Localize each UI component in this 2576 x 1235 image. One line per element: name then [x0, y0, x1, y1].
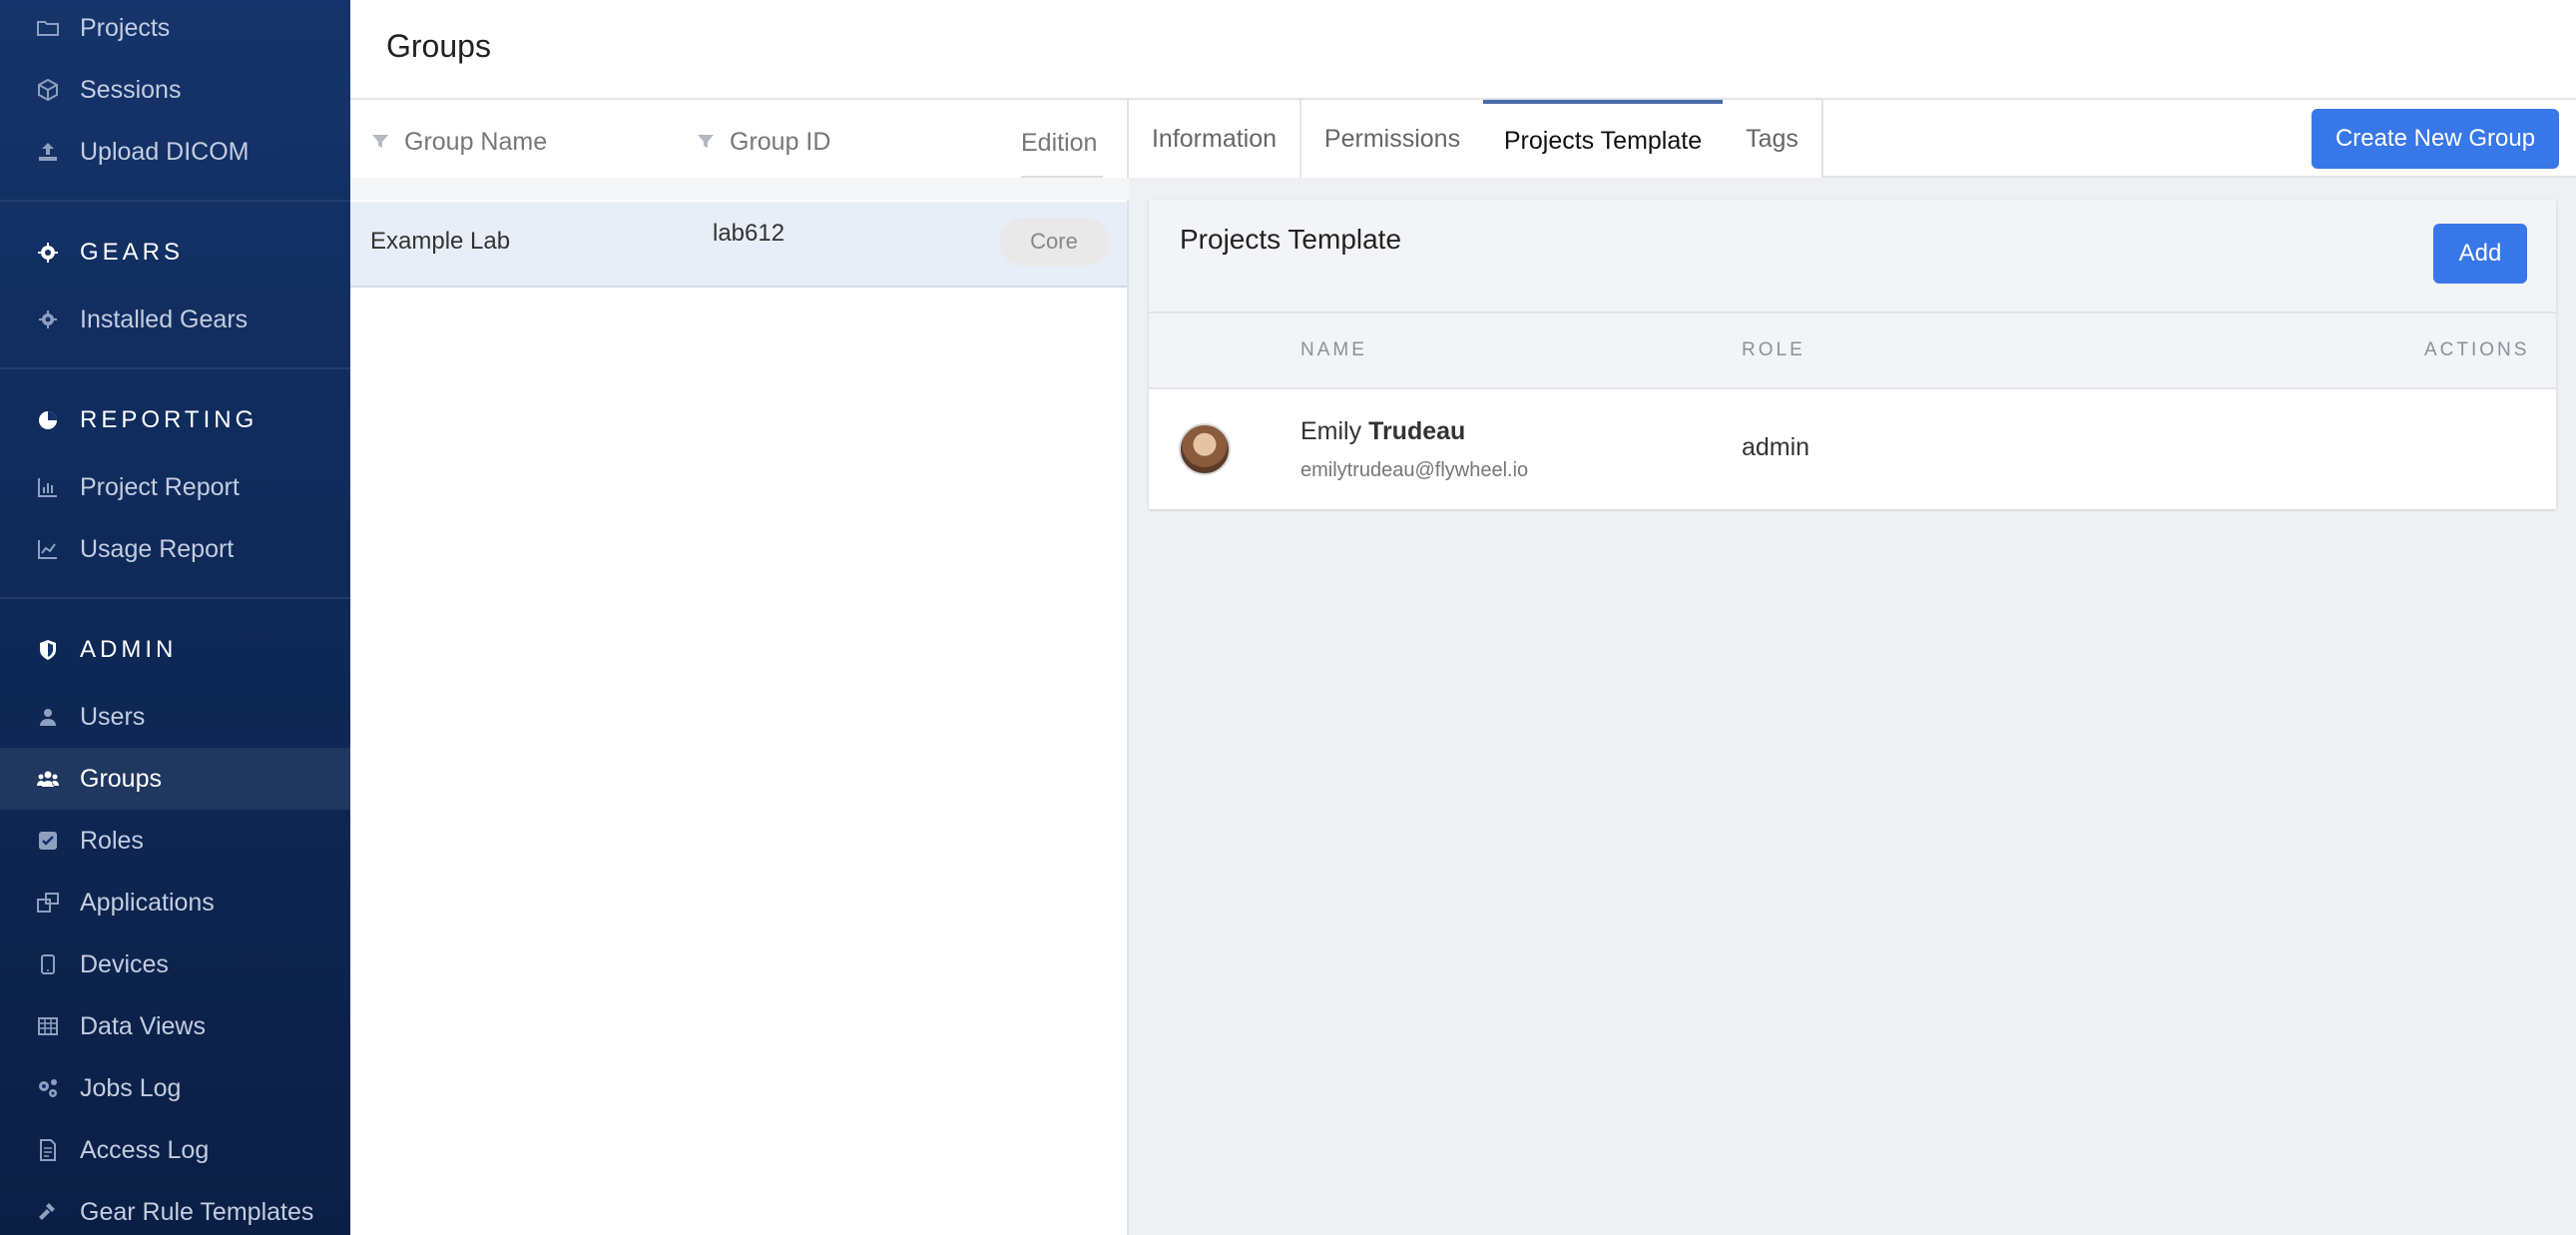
sidebar-item-label: Projects [80, 14, 170, 43]
sidebar-item-gear-rule-templates[interactable]: Gear Rule Templates [0, 1181, 350, 1235]
sidebar-item-label: Usage Report [80, 535, 234, 564]
tab-tags[interactable]: Tags [1723, 100, 1823, 178]
filter-icon[interactable] [696, 132, 716, 152]
groups-list-panel: Group Name Group ID Edition Example Lab … [350, 100, 1129, 1235]
gear-icon [34, 239, 62, 267]
sidebar-item-label: Sessions [80, 76, 181, 105]
pie-chart-icon [34, 406, 62, 434]
sidebar-item-devices[interactable]: Devices [0, 933, 350, 995]
section-heading-gears: GEARS [0, 228, 350, 278]
upload-icon [34, 138, 62, 166]
line-chart-icon [34, 535, 62, 563]
group-id-cell: lab612 [713, 220, 784, 248]
member-first-name: Emily [1300, 417, 1361, 445]
sidebar-item-label: Roles [80, 827, 144, 856]
list-separator [350, 178, 1129, 200]
sidebar-item-label: Upload DICOM [80, 138, 250, 167]
avatar [1179, 423, 1231, 475]
column-header-actions: ACTIONS [2424, 339, 2529, 361]
member-name: Emily Trudeau [1300, 417, 1465, 446]
sidebar-item-usage-report[interactable]: Usage Report [0, 518, 350, 580]
member-email: emilytrudeau@flywheel.io [1300, 459, 1528, 482]
edition-badge: Core [999, 218, 1109, 266]
card-title: Projects Template [1180, 224, 1401, 256]
sidebar-item-label: Devices [80, 950, 169, 979]
page-header: Groups [350, 0, 2576, 100]
tab-permissions[interactable]: Permissions [1301, 100, 1485, 178]
create-new-group-button[interactable]: Create New Group [2312, 109, 2559, 169]
sidebar-item-roles[interactable]: Roles [0, 810, 350, 872]
windows-icon [34, 889, 62, 917]
page-title: Groups [386, 28, 491, 65]
folder-icon [34, 14, 62, 42]
column-header-role: ROLE [1742, 339, 1805, 361]
sidebar-item-sessions[interactable]: Sessions [0, 59, 350, 121]
section-heading-admin: ADMIN [0, 625, 350, 675]
document-icon [34, 1136, 62, 1164]
table-row: Emily Trudeau emilytrudeau@flywheel.io a… [1149, 389, 2556, 509]
sidebar-item-project-report[interactable]: Project Report [0, 456, 350, 518]
table-icon [34, 1012, 62, 1040]
sidebar-item-upload-dicom[interactable]: Upload DICOM [0, 121, 350, 183]
gear-icon [34, 306, 62, 333]
sidebar-item-label: Groups [80, 765, 162, 794]
group-name-cell: Example Lab [370, 228, 510, 256]
sidebar-divider [0, 597, 350, 599]
gavel-icon [34, 1198, 62, 1226]
sidebar-item-data-views[interactable]: Data Views [0, 995, 350, 1057]
users-icon [34, 765, 62, 793]
column-header-group-id[interactable]: Group ID [696, 122, 830, 162]
projects-template-card: Projects Template Add NAME ROLE ACTIONS … [1149, 200, 2556, 509]
shield-icon [34, 636, 62, 664]
sidebar-item-installed-gears[interactable]: Installed Gears [0, 289, 350, 350]
column-header-edition[interactable]: Edition [1021, 118, 1103, 178]
member-role: admin [1742, 433, 1809, 462]
group-detail-panel: Information Permissions Projects Templat… [1129, 100, 2576, 1235]
sidebar-item-users[interactable]: Users [0, 686, 350, 748]
sidebar-item-label: Installed Gears [80, 306, 248, 334]
checkbox-icon [34, 827, 62, 855]
sidebar: Projects Sessions Upload DICOM GEARS Ins… [0, 0, 350, 1235]
cube-icon [34, 76, 62, 104]
sidebar-item-label: Users [80, 703, 145, 732]
sidebar-divider [0, 367, 350, 369]
sidebar-item-label: Applications [80, 889, 215, 918]
column-header-name: NAME [1300, 339, 1367, 361]
card-header: Projects Template Add [1149, 200, 2556, 313]
sidebar-item-label: Project Report [80, 473, 240, 502]
sidebar-item-label: Data Views [80, 1012, 206, 1041]
sidebar-item-access-log[interactable]: Access Log [0, 1119, 350, 1181]
tab-information[interactable]: Information [1129, 100, 1301, 178]
section-heading-reporting: REPORTING [0, 395, 350, 445]
cogs-icon [34, 1074, 62, 1102]
sidebar-item-applications[interactable]: Applications [0, 872, 350, 933]
sidebar-item-label: Gear Rule Templates [80, 1198, 313, 1227]
sidebar-item-label: Access Log [80, 1136, 209, 1165]
table-row[interactable]: Example Lab lab612 Core [350, 202, 1127, 288]
user-icon [34, 703, 62, 731]
tab-projects-template[interactable]: Projects Template [1483, 100, 1725, 178]
filter-icon[interactable] [370, 132, 390, 152]
add-button[interactable]: Add [2433, 224, 2527, 284]
members-table-header: NAME ROLE ACTIONS [1149, 313, 2556, 389]
sidebar-divider [0, 200, 350, 202]
column-header-group-name[interactable]: Group Name [370, 122, 547, 162]
sidebar-item-projects[interactable]: Projects [0, 0, 350, 59]
device-icon [34, 950, 62, 978]
sidebar-item-label: Jobs Log [80, 1074, 181, 1103]
bar-chart-icon [34, 473, 62, 501]
tab-bar: Information Permissions Projects Templat… [1129, 100, 2576, 178]
sidebar-item-groups[interactable]: Groups [0, 748, 350, 810]
member-last-name: Trudeau [1368, 417, 1465, 445]
sidebar-item-jobs-log[interactable]: Jobs Log [0, 1057, 350, 1119]
